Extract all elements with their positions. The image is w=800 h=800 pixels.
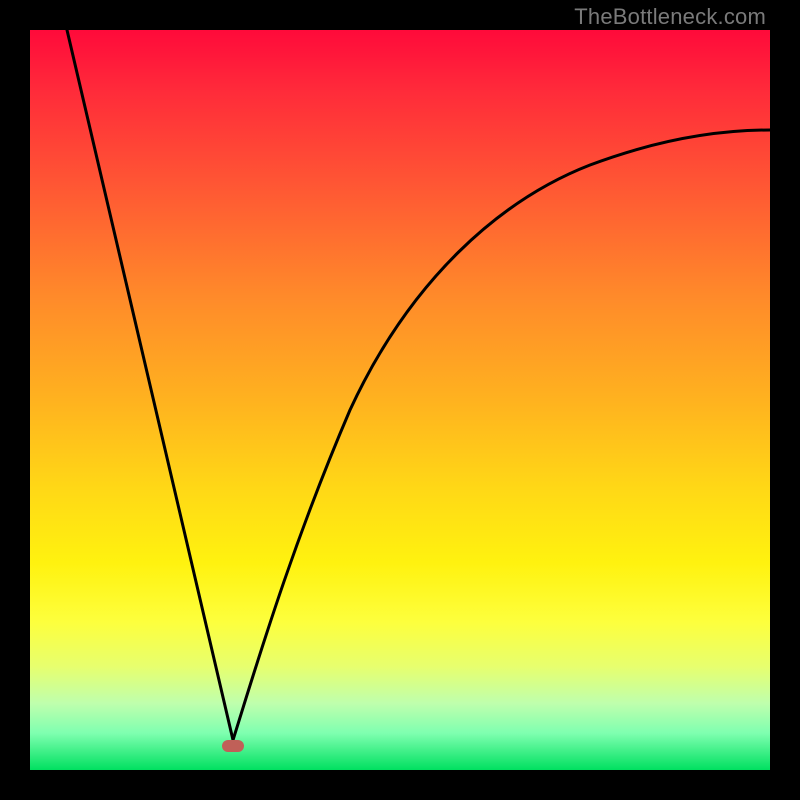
chart-plot-area — [30, 30, 770, 770]
optimal-point-marker — [222, 740, 244, 752]
watermark-text: TheBottleneck.com — [574, 4, 766, 30]
curve-left-branch — [67, 30, 233, 740]
curve-right-branch — [233, 130, 770, 740]
bottleneck-curve — [30, 30, 770, 770]
